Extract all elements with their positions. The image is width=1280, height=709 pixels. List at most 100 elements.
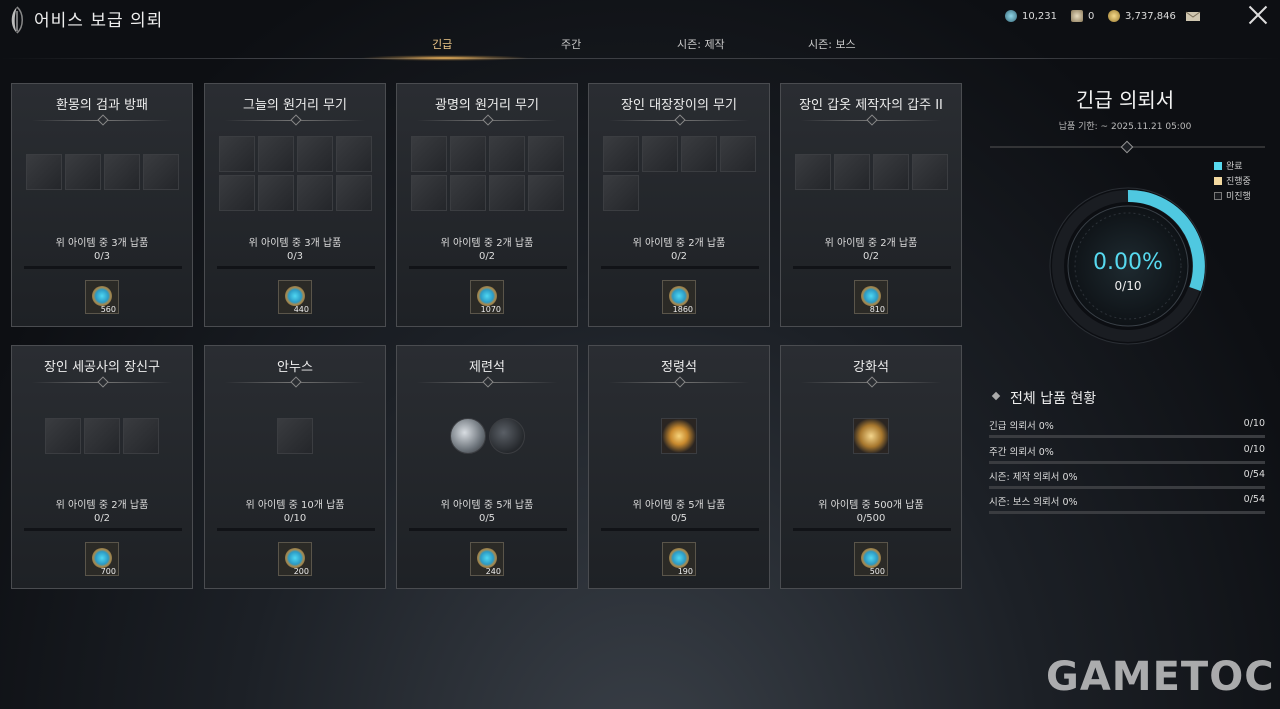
tab-season-boss[interactable]: 시즌: 보스 (808, 36, 856, 52)
card-progress-bar (24, 528, 182, 531)
active-tab-glow (360, 55, 530, 61)
reward-token-icon (285, 286, 305, 306)
reward-token-icon (285, 548, 305, 568)
card-item-list (589, 418, 769, 454)
divider-ornament-icon (97, 376, 109, 388)
card-progress-bar (24, 266, 182, 269)
reward-slot[interactable]: 440 (278, 280, 312, 314)
tab-weekly[interactable]: 주간 (561, 36, 581, 52)
request-card[interactable]: 장인 세공사의 장신구 위 아이템 중 2개 납품 0/2 700 (11, 345, 193, 589)
weapon-icon[interactable] (296, 136, 333, 172)
armor-icon[interactable] (833, 154, 870, 190)
currency-scrolls: 0 (1071, 10, 1094, 22)
top-bar: 어비스 보급 의뢰 10,231 0 3,737,846 (0, 0, 1280, 36)
weapon-icon[interactable] (681, 136, 717, 172)
divider-ornament-icon (866, 376, 878, 388)
weapon-icon[interactable] (488, 136, 525, 172)
armor-icon[interactable] (911, 154, 948, 190)
weapon-icon[interactable] (603, 136, 639, 172)
weapon-icon[interactable] (257, 136, 294, 172)
reward-slot[interactable]: 1860 (662, 280, 696, 314)
close-button[interactable] (1248, 5, 1268, 25)
tab-season-craft[interactable]: 시즌: 제작 (677, 36, 725, 52)
reward-count: 440 (293, 305, 309, 314)
weapon-icon[interactable] (488, 175, 525, 211)
request-card[interactable]: 장인 갑옷 제작자의 갑주 II 위 아이템 중 2개 납품 0/2 810 (780, 83, 962, 327)
accessory-icon[interactable] (123, 418, 159, 454)
weapon-icon[interactable] (642, 136, 678, 172)
completion-percent: 0.00% (1093, 250, 1163, 275)
reward-count: 200 (293, 567, 309, 576)
material-icon[interactable] (277, 418, 313, 454)
reward-slot[interactable]: 560 (85, 280, 119, 314)
reward-slot[interactable]: 240 (470, 542, 504, 576)
weapon-icon[interactable] (335, 175, 372, 211)
request-card[interactable]: 광명의 원거리 무기 위 아이템 중 2개 납품 0/2 1070 (396, 83, 578, 327)
card-title: 정령석 (661, 360, 697, 375)
gold-coin-icon (1108, 10, 1120, 22)
request-card[interactable]: 환몽의 검과 방패 위 아이템 중 3개 납품 0/3 560 (11, 83, 193, 327)
card-item-list (205, 418, 385, 454)
armor-icon[interactable] (872, 154, 909, 190)
card-title: 광명의 원거리 무기 (435, 98, 539, 113)
weapon-icon[interactable] (257, 175, 294, 211)
reward-slot[interactable]: 190 (662, 542, 696, 576)
weapon-icon[interactable] (218, 136, 255, 172)
card-title: 환몽의 검과 방패 (56, 98, 148, 113)
card-progress-bar (793, 528, 951, 531)
weapon-icon[interactable] (527, 136, 564, 172)
accessory-icon[interactable] (45, 418, 81, 454)
request-card[interactable]: 정령석 위 아이템 중 5개 납품 0/5 190 (588, 345, 770, 589)
reward-slot[interactable]: 200 (278, 542, 312, 576)
reward-slot[interactable]: 810 (854, 280, 888, 314)
card-requirement: 위 아이템 중 2개 납품 (55, 500, 149, 511)
status-row-season-boss: 시즌: 보스 의뢰서 0% 0/54 (989, 494, 1265, 514)
weapon-icon[interactable] (64, 154, 101, 190)
card-title: 장인 갑옷 제작자의 갑주 II (799, 98, 943, 113)
weapon-icon[interactable] (449, 175, 486, 211)
spirit-stone-icon[interactable] (661, 418, 697, 454)
refining-stone-icon[interactable] (449, 418, 486, 454)
reward-count: 810 (869, 305, 885, 314)
request-card[interactable]: 장인 대장장이의 무기 위 아이템 중 2개 납품 0/2 1860 (588, 83, 770, 327)
card-progress-bar (601, 528, 759, 531)
reward-slot[interactable]: 1070 (470, 280, 504, 314)
status-bar (989, 486, 1265, 489)
weapon-icon[interactable] (335, 136, 372, 172)
weapon-icon[interactable] (527, 175, 564, 211)
legend-complete: 완료 (1214, 159, 1243, 172)
mail-icon[interactable] (1185, 9, 1201, 22)
request-card[interactable]: 강화석 위 아이템 중 500개 납품 0/500 500 (780, 345, 962, 589)
enhance-stone-icon[interactable] (853, 418, 889, 454)
weapon-icon[interactable] (296, 175, 333, 211)
weapon-icon[interactable] (103, 154, 140, 190)
request-card[interactable]: 그늘의 원거리 무기 위 아이템 중 3개 납품 0/3 440 (204, 83, 386, 327)
request-card[interactable]: 제련석 위 아이템 중 5개 납품 0/5 240 (396, 345, 578, 589)
divider-ornament-icon (866, 114, 878, 126)
divider-ornament-icon (97, 114, 109, 126)
armor-icon[interactable] (794, 154, 831, 190)
weapon-icon[interactable] (25, 154, 62, 190)
weapon-icon[interactable] (449, 136, 486, 172)
status-bar (989, 435, 1265, 438)
tab-urgent[interactable]: 긴급 (432, 36, 452, 52)
request-card[interactable]: 안누스 위 아이템 중 10개 납품 0/10 200 (204, 345, 386, 589)
weapon-icon[interactable] (603, 175, 639, 211)
reward-token-icon (669, 286, 689, 306)
reward-slot[interactable]: 500 (854, 542, 888, 576)
watermark: GAMETOC (1046, 654, 1275, 700)
weapon-icon[interactable] (410, 136, 447, 172)
card-requirement: 위 아이템 중 2개 납품 (824, 238, 918, 249)
weapon-icon[interactable] (218, 175, 255, 211)
weapon-icon[interactable] (410, 175, 447, 211)
weapon-icon[interactable] (142, 154, 179, 190)
reward-count: 1070 (480, 305, 501, 314)
status-row-weekly: 주간 의뢰서 0% 0/10 (989, 444, 1265, 464)
reward-count: 240 (485, 567, 501, 576)
reward-slot[interactable]: 700 (85, 542, 119, 576)
weapon-icon[interactable] (720, 136, 756, 172)
accessory-icon[interactable] (84, 418, 120, 454)
overall-bullet-icon (991, 391, 1001, 401)
reward-token-icon (861, 286, 881, 306)
refining-stone-icon[interactable] (488, 418, 525, 454)
